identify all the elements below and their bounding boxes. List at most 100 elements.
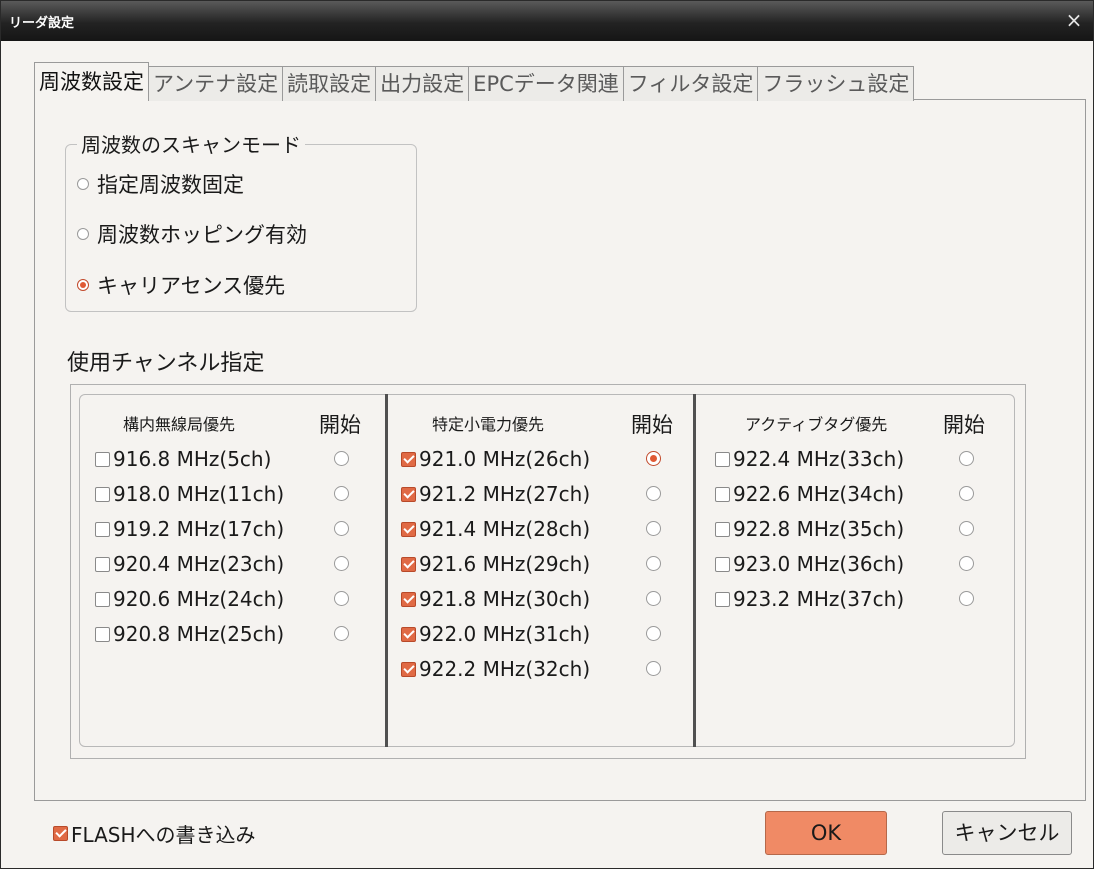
start-channel-radio[interactable] bbox=[334, 626, 349, 641]
column-divider[interactable] bbox=[693, 394, 696, 747]
channel-checkbox-row[interactable]: 922.0 MHz(31ch) bbox=[401, 621, 590, 647]
title-bar[interactable]: リーダ設定 × bbox=[1, 1, 1093, 41]
channel-label: 920.4 MHz(23ch) bbox=[113, 552, 285, 576]
group-title-low-power: 特定小電力優先 bbox=[432, 415, 545, 434]
channel-checkbox-row[interactable]: 922.2 MHz(32ch) bbox=[401, 656, 590, 682]
start-channel-radio[interactable] bbox=[334, 521, 349, 536]
channel-label: 916.8 MHz(5ch) bbox=[113, 447, 272, 471]
checkbox[interactable] bbox=[715, 591, 730, 607]
channel-checkbox-row[interactable]: 923.0 MHz(36ch) bbox=[715, 551, 904, 577]
start-header: 開始 bbox=[631, 413, 673, 437]
channel-label: 922.4 MHz(33ch) bbox=[733, 447, 905, 471]
channel-label: 923.0 MHz(36ch) bbox=[733, 552, 905, 576]
checkbox[interactable] bbox=[715, 556, 730, 572]
checkbox[interactable] bbox=[95, 591, 110, 607]
channel-label: 921.8 MHz(30ch) bbox=[419, 587, 591, 611]
checkbox[interactable] bbox=[715, 521, 730, 537]
channel-checkbox-row[interactable]: 918.0 MHz(11ch) bbox=[95, 481, 284, 507]
start-channel-radio[interactable] bbox=[334, 591, 349, 606]
flash-write-label: FLASHへの書き込み bbox=[71, 822, 256, 847]
tab-output-settings[interactable]: 出力設定 bbox=[375, 66, 470, 101]
start-channel-radio[interactable] bbox=[334, 486, 349, 501]
channel-label: 921.0 MHz(26ch) bbox=[419, 447, 591, 471]
checkbox[interactable] bbox=[95, 556, 110, 572]
channel-label: 921.4 MHz(28ch) bbox=[419, 517, 591, 541]
checkbox[interactable] bbox=[715, 451, 730, 467]
scan-option-label: キャリアセンス優先 bbox=[97, 274, 286, 298]
column-divider[interactable] bbox=[385, 394, 388, 747]
tab-epc-data[interactable]: EPCデータ関連 bbox=[468, 66, 624, 101]
tab-antenna-settings[interactable]: アンテナ設定 bbox=[148, 66, 284, 101]
start-channel-radio[interactable] bbox=[646, 556, 661, 571]
channel-section-label: 使用チャンネル指定 bbox=[67, 351, 265, 376]
start-channel-radio[interactable] bbox=[646, 486, 661, 501]
start-channel-radio[interactable] bbox=[646, 626, 661, 641]
radio-button[interactable] bbox=[77, 178, 89, 190]
radio-button[interactable] bbox=[77, 228, 89, 240]
channel-checkbox-row[interactable]: 920.8 MHz(25ch) bbox=[95, 621, 284, 647]
checkbox[interactable] bbox=[401, 521, 416, 537]
checkbox[interactable] bbox=[715, 486, 730, 502]
channel-checkbox-row[interactable]: 921.2 MHz(27ch) bbox=[401, 481, 590, 507]
tab-frequency-settings[interactable]: 周波数設定 bbox=[34, 62, 149, 101]
ok-button[interactable]: OK bbox=[765, 811, 887, 855]
checkbox[interactable] bbox=[401, 556, 416, 572]
start-channel-radio[interactable] bbox=[646, 521, 661, 536]
checkbox[interactable] bbox=[401, 451, 416, 467]
start-channel-radio[interactable] bbox=[334, 451, 349, 466]
checkbox[interactable] bbox=[401, 486, 416, 502]
group-title-active-tag: アクティブタグ優先 bbox=[745, 415, 888, 434]
scan-option-label: 指定周波数固定 bbox=[97, 173, 244, 197]
channel-label: 922.6 MHz(34ch) bbox=[733, 482, 905, 506]
channel-label: 923.2 MHz(37ch) bbox=[733, 587, 905, 611]
channel-label: 920.8 MHz(25ch) bbox=[113, 622, 285, 646]
channel-checkbox-row[interactable]: 921.0 MHz(26ch) bbox=[401, 446, 590, 472]
radio-button-selected[interactable] bbox=[77, 279, 89, 291]
group-title-premises: 構内無線局優先 bbox=[123, 415, 236, 434]
channel-checkbox-row[interactable]: 923.2 MHz(37ch) bbox=[715, 586, 904, 612]
channel-checkbox-row[interactable]: 921.4 MHz(28ch) bbox=[401, 516, 590, 542]
tab-read-settings[interactable]: 読取設定 bbox=[282, 66, 377, 101]
start-channel-radio[interactable] bbox=[334, 556, 349, 571]
checkbox[interactable] bbox=[95, 486, 110, 502]
channel-checkbox-row[interactable]: 921.8 MHz(30ch) bbox=[401, 586, 590, 612]
checkbox[interactable] bbox=[401, 626, 416, 642]
tab-flash-settings[interactable]: フラッシュ設定 bbox=[757, 66, 915, 101]
channel-label: 922.2 MHz(32ch) bbox=[419, 657, 591, 681]
scan-mode-legend: 周波数のスキャンモード bbox=[77, 129, 305, 158]
channel-label: 920.6 MHz(24ch) bbox=[113, 587, 285, 611]
channel-checkbox-row[interactable]: 920.4 MHz(23ch) bbox=[95, 551, 284, 577]
channel-checkbox-row[interactable]: 919.2 MHz(17ch) bbox=[95, 516, 284, 542]
scan-option-hopping[interactable]: 周波数ホッピング有効 bbox=[77, 219, 307, 249]
checkbox[interactable] bbox=[95, 521, 110, 537]
cancel-button[interactable]: キャンセル bbox=[942, 811, 1072, 855]
start-channel-radio[interactable] bbox=[959, 556, 974, 571]
checkbox[interactable] bbox=[53, 825, 68, 841]
tab-filter-settings[interactable]: フィルタ設定 bbox=[622, 66, 759, 101]
start-channel-radio[interactable] bbox=[646, 591, 661, 606]
channel-checkbox-row[interactable]: 916.8 MHz(5ch) bbox=[95, 446, 271, 472]
start-channel-radio[interactable] bbox=[646, 661, 661, 676]
start-channel-radio[interactable] bbox=[959, 486, 974, 501]
channel-checkbox-row[interactable]: 921.6 MHz(29ch) bbox=[401, 551, 590, 577]
channel-checkbox-row[interactable]: 922.8 MHz(35ch) bbox=[715, 516, 904, 542]
start-channel-radio[interactable] bbox=[646, 451, 661, 466]
channel-label: 919.2 MHz(17ch) bbox=[113, 517, 285, 541]
start-header: 開始 bbox=[943, 413, 985, 437]
channel-label: 921.6 MHz(29ch) bbox=[419, 552, 591, 576]
channel-label: 918.0 MHz(11ch) bbox=[113, 482, 285, 506]
checkbox[interactable] bbox=[95, 451, 110, 467]
start-channel-radio[interactable] bbox=[959, 451, 974, 466]
checkbox[interactable] bbox=[95, 626, 110, 642]
start-channel-radio[interactable] bbox=[959, 591, 974, 606]
scan-option-fixed[interactable]: 指定周波数固定 bbox=[77, 169, 244, 199]
channel-checkbox-row[interactable]: 922.4 MHz(33ch) bbox=[715, 446, 904, 472]
checkbox[interactable] bbox=[401, 661, 416, 677]
close-button[interactable]: × bbox=[1061, 7, 1087, 33]
checkbox[interactable] bbox=[401, 591, 416, 607]
scan-option-carrier-sense[interactable]: キャリアセンス優先 bbox=[77, 270, 285, 300]
flash-write-checkbox[interactable]: FLASHへの書き込み bbox=[53, 820, 256, 847]
channel-checkbox-row[interactable]: 922.6 MHz(34ch) bbox=[715, 481, 904, 507]
start-channel-radio[interactable] bbox=[959, 521, 974, 536]
channel-checkbox-row[interactable]: 920.6 MHz(24ch) bbox=[95, 586, 284, 612]
